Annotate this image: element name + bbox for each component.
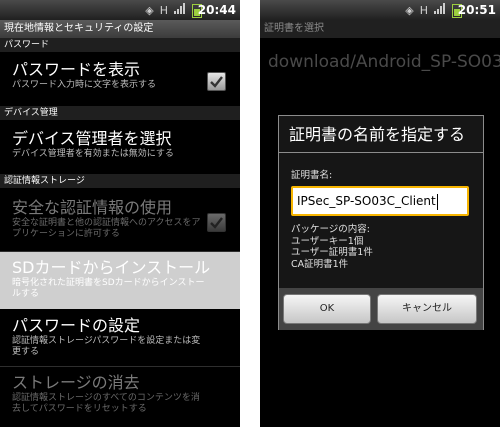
pref-title: デバイス管理者を選択 [12, 129, 172, 148]
certificate-file-path: download/Android_SP-SO03C [268, 52, 500, 72]
pref-summary: 安全な証明書と他の認証情報へのアクセスをアプリケーションに許可する [12, 218, 201, 239]
package-contents: パッケージの内容: ユーザーキー1個 ユーザー証明書1件 CA証明書1件 [291, 224, 373, 270]
secure-credentials-checkbox[interactable] [207, 213, 226, 232]
pref-summary: 暗号化された証明書をSDカードからインストールする [12, 278, 205, 299]
certificate-name-dialog: 証明書の名前を指定する 証明書名: IPSec_SP-SO03C_Client … [278, 115, 484, 330]
sync-icon: ◈ [405, 3, 414, 17]
checkmark-icon [210, 217, 223, 229]
cancel-button[interactable]: キャンセル [377, 294, 477, 324]
page-title: 現在地情報とセキュリティの設定 [0, 20, 240, 38]
status-time: 20:44 [197, 3, 236, 17]
pref-summary: 認証情報ストレージパスワードを設定または変更する [12, 336, 201, 357]
certificate-name-label: 証明書名: [291, 170, 333, 181]
dialog-title: 証明書の名前を指定する [289, 125, 466, 144]
pref-clear-storage[interactable]: ストレージの消去 認証情報ストレージのすべてのコンテンツを消去してパスワードをリ… [0, 373, 240, 415]
sync-icon: ◈ [145, 3, 154, 17]
pref-title: ストレージの消去 [12, 373, 140, 392]
package-contents-label: パッケージの内容: [291, 224, 371, 235]
dialog-button-bar: OK キャンセル [279, 288, 483, 330]
package-item: CA証明書1件 [291, 258, 349, 270]
text-caret [436, 193, 438, 210]
pref-summary: 認証情報ストレージのすべてのコンテンツを消去してパスワードをリセットする [12, 393, 200, 414]
pref-title: 安全な認証情報の使用 [12, 198, 173, 217]
checkmark-icon [210, 76, 223, 88]
status-bar: ◈ H 20:44 [0, 0, 240, 20]
status-time: 20:51 [457, 3, 496, 17]
pref-summary: デバイス管理者を有効または無効にする [12, 149, 174, 159]
pref-device-admin[interactable]: デバイス管理者を選択 デバイス管理者を有効または無効にする [0, 129, 240, 160]
pref-set-password[interactable]: パスワードの設定 認証情報ストレージパスワードを設定または変更する [0, 316, 240, 358]
pref-title: SDカードからインストール [12, 258, 211, 277]
security-settings-screen: ◈ H 20:44 現在地情報とセキュリティの設定 パスワード パスワードを表示… [0, 0, 240, 427]
signal-icon [434, 3, 446, 18]
pref-title: パスワードの設定 [12, 316, 141, 335]
section-header-credential-storage: 認証情報ストレージ [0, 174, 240, 188]
certificate-name-input[interactable]: IPSec_SP-SO03C_Client [291, 186, 469, 216]
section-header-device-admin: デバイス管理 [0, 106, 240, 120]
pref-secure-credentials[interactable]: 安全な認証情報の使用 安全な証明書と他の認証情報へのアクセスをアプリケーションに… [0, 198, 240, 240]
certificate-select-screen: ◈ H 20:51 証明書を選択 download/Android_SP-SO0… [260, 0, 500, 427]
pref-title: パスワードを表示 [12, 60, 141, 79]
show-password-checkbox[interactable] [207, 72, 226, 91]
package-item: ユーザーキー1個 [291, 235, 364, 247]
pref-summary: パスワード入力時に文字を表示する [12, 80, 157, 90]
status-bar: ◈ H 20:51 [260, 0, 500, 20]
section-header-password: パスワード [0, 38, 240, 52]
signal-icon [174, 3, 186, 18]
page-title: 証明書を選択 [260, 20, 500, 38]
hspa-icon: H [159, 3, 168, 17]
pref-install-from-sd[interactable]: SDカードからインストール 暗号化された証明書をSDカードからインストールする [0, 252, 240, 309]
hspa-icon: H [419, 3, 428, 17]
pref-show-password[interactable]: パスワードを表示 パスワード入力時に文字を表示する [0, 60, 240, 91]
ok-button[interactable]: OK [283, 294, 371, 324]
package-item: ユーザー証明書1件 [291, 247, 373, 258]
